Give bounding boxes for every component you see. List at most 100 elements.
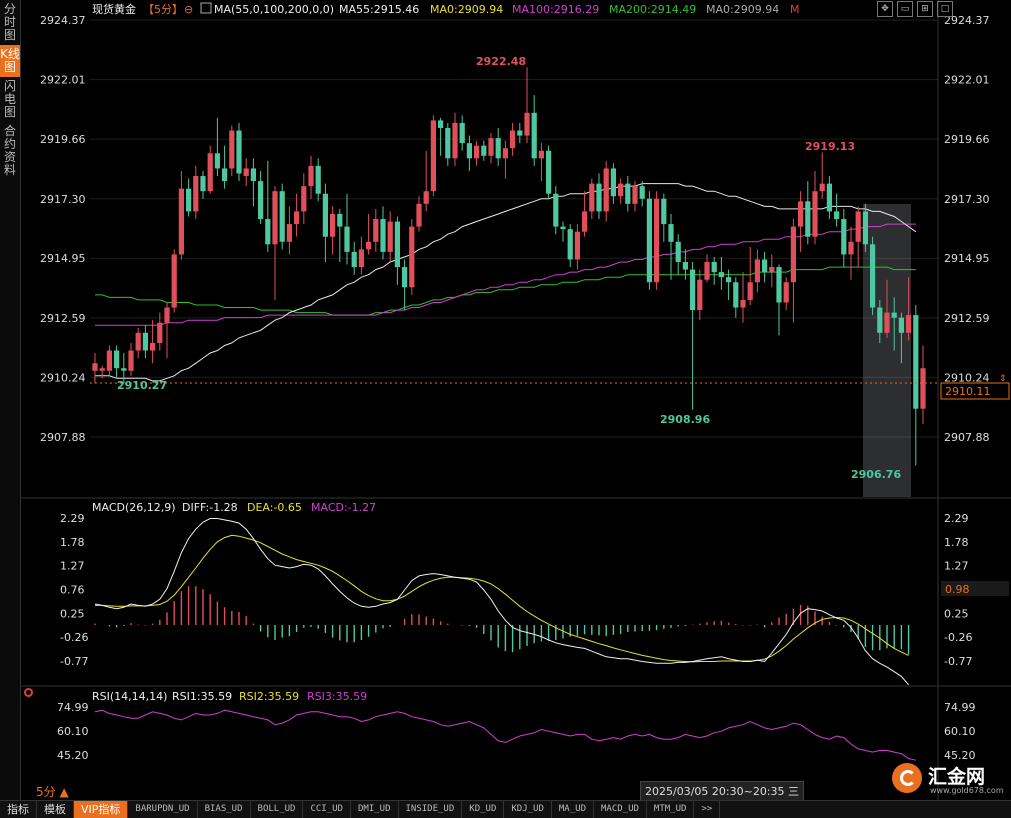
candle-body [394,221,400,268]
candle-body [790,226,796,283]
candle-body [574,231,580,260]
macd-tick-right: 2.29 [944,512,969,525]
recent-high-annotation: 2919.13 [805,140,855,153]
candle-body [495,138,501,159]
tab-cci-ud[interactable]: CCI_UD [303,801,351,818]
candle-body [704,262,710,280]
candle-body [452,122,458,159]
candle-body [150,342,156,351]
candle-body [380,219,386,252]
candle-body [855,211,861,242]
candle-body [834,211,840,220]
recent-low-annotation: 2906.76 [851,468,901,481]
tab-kdj-ud[interactable]: KDJ_UD [504,801,552,818]
settings-icon[interactable]: ⊖ [184,3,193,16]
candle-body [322,193,328,237]
macd-tick-left: 1.78 [60,536,85,549]
candle-body [430,120,436,192]
macd-diff: DIFF:-1.28 [182,501,238,514]
rsi-tick-right: 60.10 [944,725,976,738]
price-tick-right: 2922.01 [944,74,990,87]
logo-name: 汇金网 [928,766,986,788]
candle-body [538,150,544,159]
candle-body [776,267,782,303]
price-tick-left: 2922.01 [40,74,86,87]
ma200-value: MA200:2914.49 [609,3,696,16]
candle-body [661,198,667,225]
candle-body [769,267,775,273]
chart-toolbar: ✥ ▭ ⊞ □ [877,1,953,17]
candle-body [438,120,444,128]
candle-body [351,251,357,268]
candle-body [193,176,199,212]
tab-boll-ud[interactable]: BOLL_UD [251,801,304,818]
price-tick-left: 2924.37 [40,14,86,27]
rsi-tick-right: 74.99 [944,701,976,714]
maximize-icon[interactable]: □ [937,1,953,17]
candle-body [114,350,120,369]
candle-body [106,350,112,371]
rsi-marker-icon[interactable] [24,688,33,697]
tab-more[interactable]: >> [694,801,721,818]
candle-body [330,213,336,237]
tab-template[interactable]: 模板 [37,801,74,818]
tab-inside-ud[interactable]: INSIDE_UD [399,801,463,818]
kline-chart[interactable]: 2922.48 2908.96 2910.27 2919.13 2906.76 … [0,0,1011,800]
tab-dmi-ud[interactable]: DMI_UD [351,801,399,818]
candle-body [740,299,746,308]
tab-bias-ud[interactable]: BIAS_UD [198,801,251,818]
macd-tick-left: 0.25 [60,607,85,620]
candle-body [826,183,832,212]
current-price-label: 2910.11 [945,385,991,398]
low-annotation: 2908.96 [660,413,710,426]
logo-icon [892,763,922,793]
candle-body [135,332,141,351]
ma0b-value: MA0:2909.94 [706,3,779,16]
price-tick-left: 2917.30 [40,193,86,206]
candle-body [718,272,724,278]
candle-body [913,315,919,409]
macd-tick-left: 2.29 [60,512,85,525]
macd-tick-right: -0.26 [944,631,972,644]
candle-body [157,322,163,343]
candle-body [884,312,890,333]
macd-value: MACD:-1.27 [311,501,376,514]
period-selector[interactable]: 5分 ▲ [36,783,69,800]
candle-body [690,269,696,311]
move-icon[interactable]: ✥ [877,1,893,17]
tab-vip-indicator[interactable]: VIP指标 [74,801,129,818]
tab-mtm-ud[interactable]: MTM_UD [647,801,695,818]
candle-body [906,315,912,333]
pane-icon[interactable]: ▭ [897,1,913,17]
grid-icon[interactable]: ⊞ [917,1,933,17]
tab-ma-ud[interactable]: MA_UD [552,801,594,818]
candle-body [618,183,624,197]
macd-tick-left: 1.27 [60,560,85,573]
price-tick-left: 2919.66 [40,133,86,146]
macd-dea: DEA:-0.65 [247,501,302,514]
candle-body [222,168,228,182]
candle-body [178,188,184,255]
macd-diff-line [94,518,909,686]
ma100-value: MA100:2916.29 [512,3,599,16]
rsi-tick-left: 74.99 [57,701,89,714]
candle-body [488,138,494,156]
rsi-line [94,709,916,761]
candle-body [337,213,343,227]
tab-kd-ud[interactable]: KD_UD [462,801,505,818]
candle-body [164,307,170,323]
chart-type-icon[interactable] [200,2,212,14]
candle-body [625,183,631,204]
candle-body [207,153,213,192]
price-tick-left: 2910.24 [40,371,86,384]
candle-body [229,130,235,169]
candle-body [236,130,242,174]
price-tick-right: 2917.30 [944,193,990,206]
tab-indicator[interactable]: 指标 [0,801,37,818]
candle-body [142,332,148,351]
candle-body [819,183,825,192]
tab-macd-ud[interactable]: MACD_UD [594,801,647,818]
candle-body [358,249,364,268]
candle-body [754,259,760,283]
tab-barupdn-ud[interactable]: BARUPDN_UD [128,801,198,818]
